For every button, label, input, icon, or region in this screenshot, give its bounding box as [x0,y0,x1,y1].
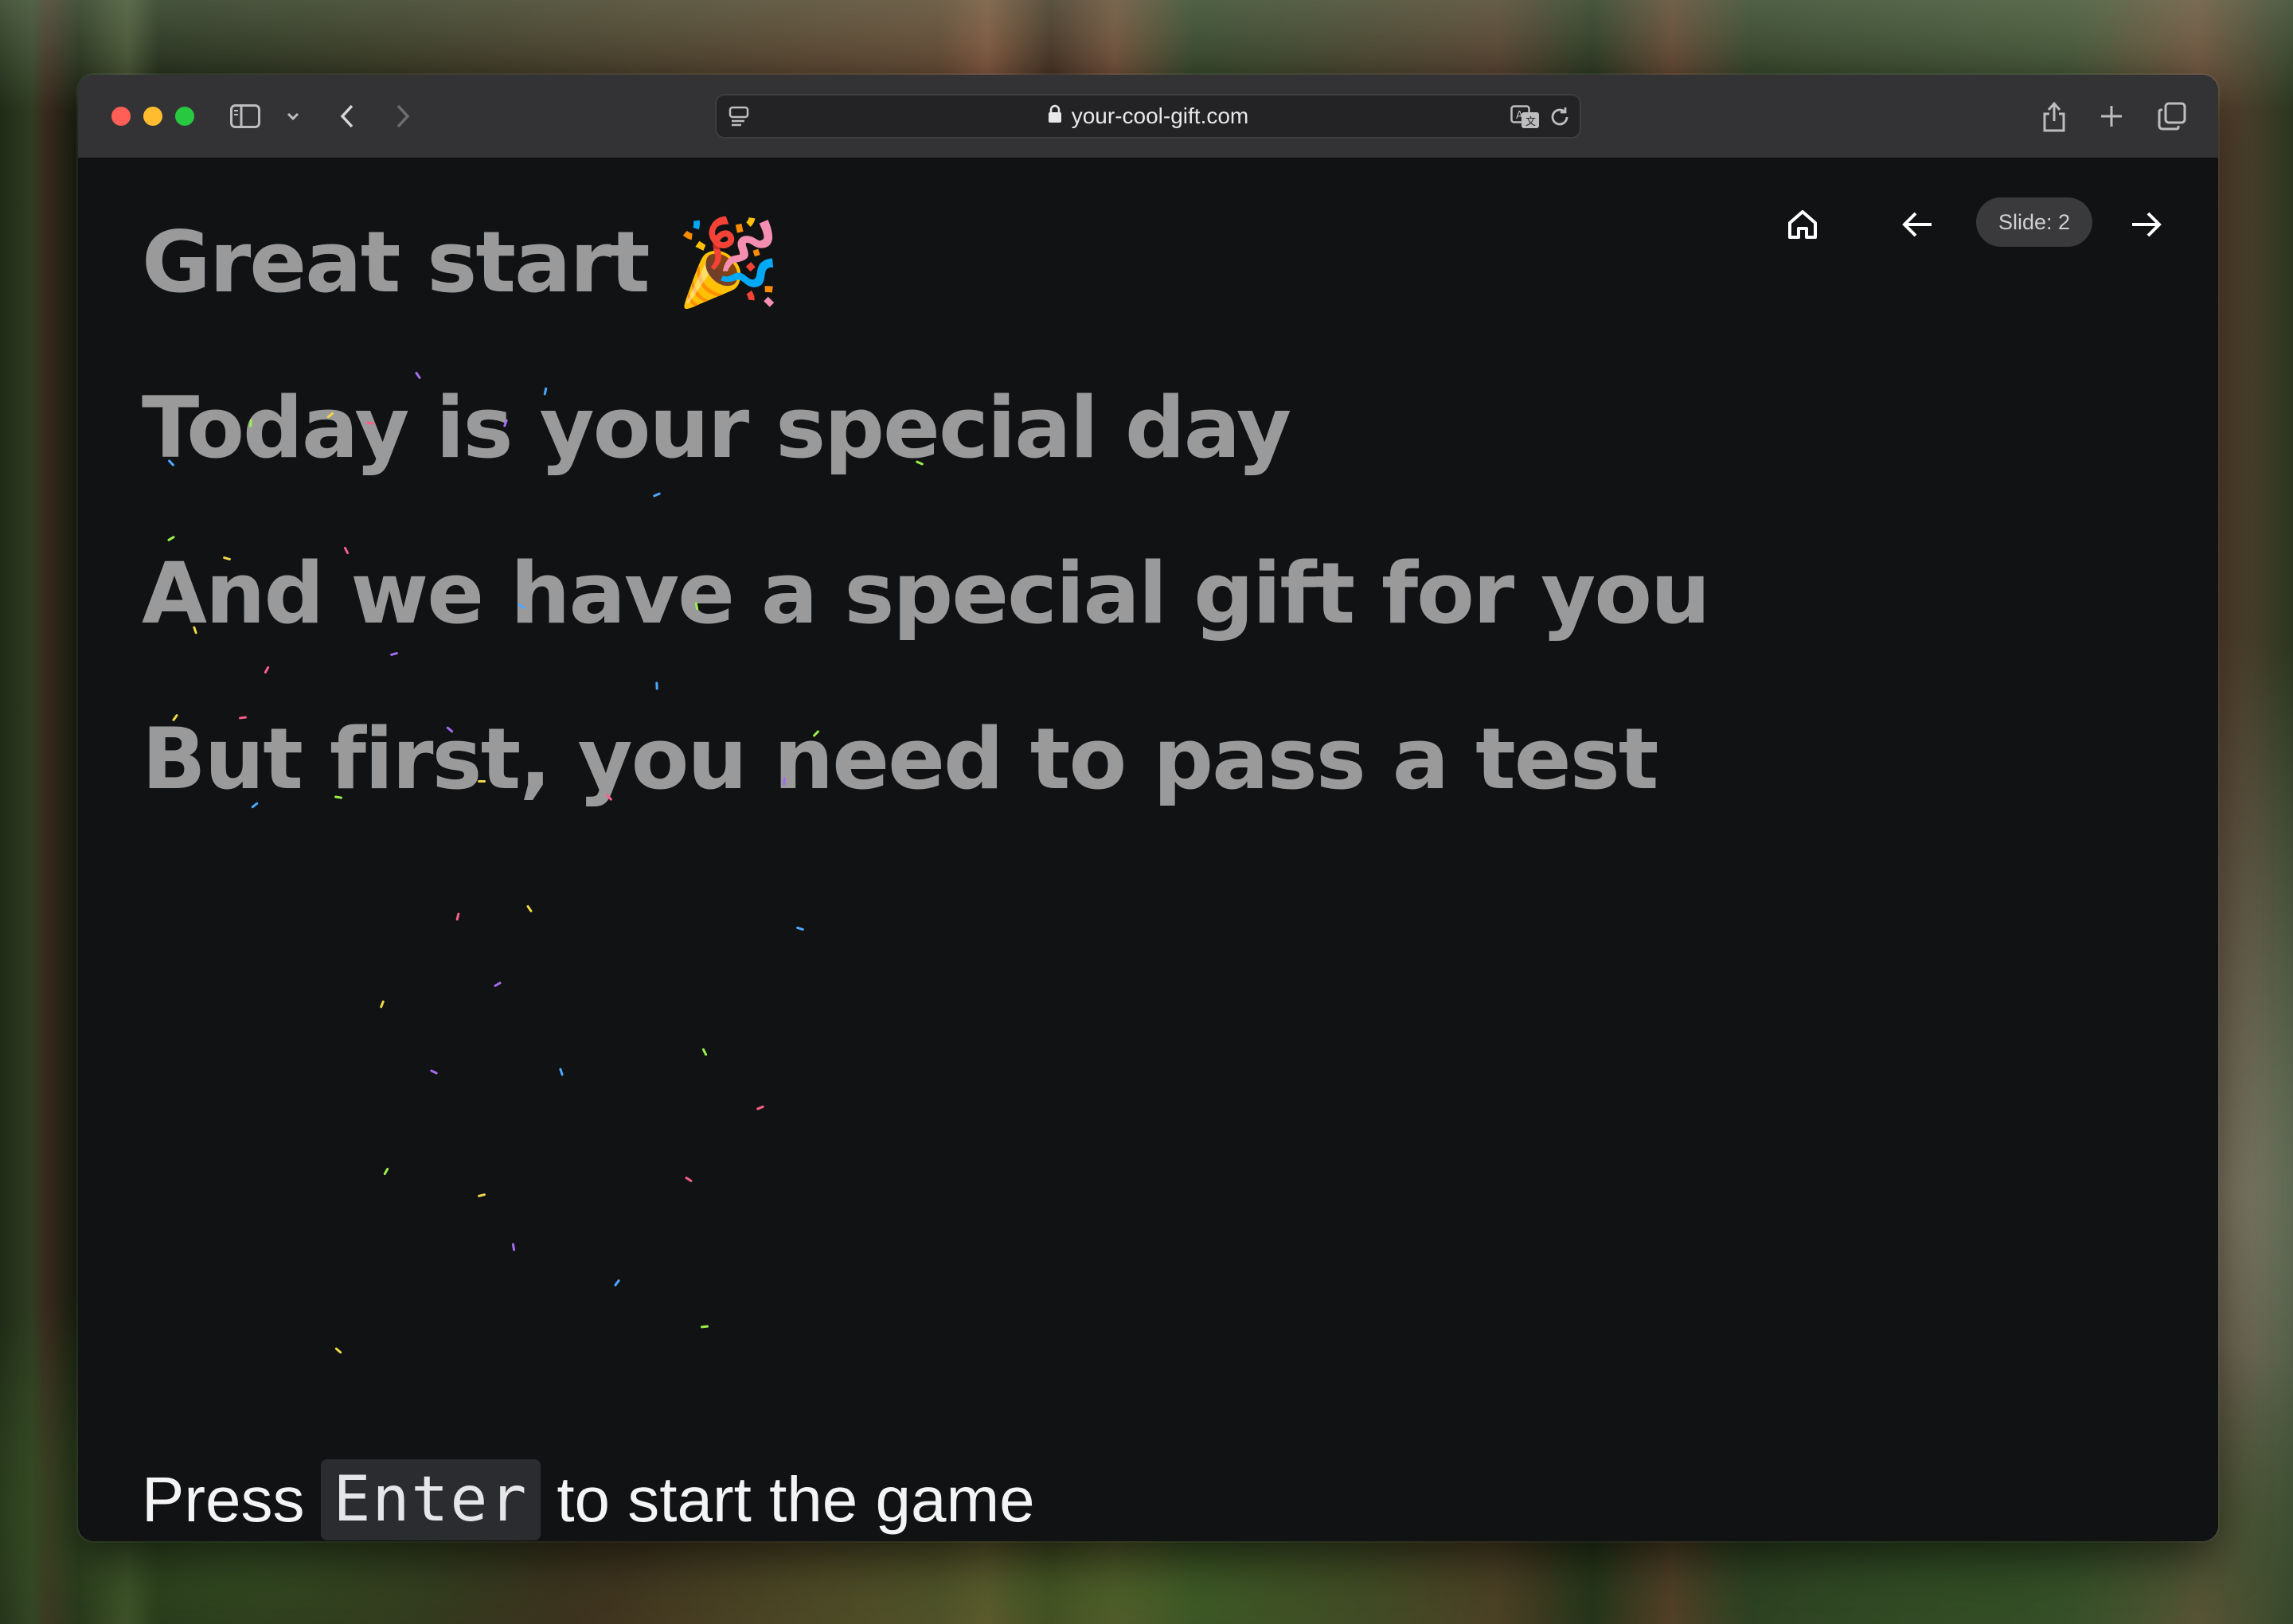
slide-line-2: Today is your special day [142,379,1291,477]
confetti-piece [389,651,399,657]
arrow-right-icon [2129,207,2164,246]
confetti-piece [613,1279,621,1287]
lock-icon [1048,103,1062,129]
share-icon[interactable] [2040,99,2068,134]
start-hint: Press Enter to start the game [142,1459,1035,1540]
address-bar[interactable]: your-cool-gift.com A文 [715,94,1581,139]
close-window-button[interactable] [111,107,131,126]
confetti-piece [756,1105,765,1111]
hint-rest: to start the game [557,1464,1035,1535]
hint-press: Press [142,1464,305,1535]
svg-text:文: 文 [1525,116,1536,128]
confetti-piece [511,1243,516,1251]
arrow-left-icon [1900,207,1935,246]
browser-window: your-cool-gift.com A文 Great start 🎉 Toda… [78,75,2218,1541]
home-button[interactable] [1774,197,1831,255]
back-icon[interactable] [333,102,361,131]
translate-icon[interactable]: A文 [1510,103,1541,131]
confetti-piece [477,1193,486,1198]
forward-icon[interactable] [389,102,417,131]
slide-line-1: Great start 🎉 [142,213,781,311]
enter-key-hint: Enter [320,1459,541,1540]
slide-line-3: And we have a special gift for you [142,545,1711,642]
confetti-piece [701,1048,708,1056]
svg-text:A: A [1516,110,1523,122]
confetti-piece [264,666,270,674]
confetti-piece [334,1347,342,1354]
confetti-piece [477,779,486,783]
tabs-icon[interactable] [2156,100,2188,132]
confetti-piece [559,1068,564,1076]
reload-icon[interactable] [1548,105,1572,129]
confetti-piece [383,1167,389,1176]
slide-content: Great start 🎉 Today is your special day … [78,158,2218,1541]
previous-slide-button[interactable] [1889,197,1946,255]
url-text: your-cool-gift.com [1071,103,1249,128]
confetti-piece [700,1325,709,1329]
zoom-window-button[interactable] [175,107,194,126]
minimize-window-button[interactable] [143,107,162,126]
url-display[interactable]: your-cool-gift.com [717,96,1580,137]
confetti-piece [414,371,422,380]
confetti-piece [429,1069,439,1075]
next-slide-button[interactable] [2118,197,2175,255]
slide-indicator: Slide: 2 [1976,197,2092,247]
confetti-piece [166,535,176,542]
slide-line-4: But first, you need to pass a test [142,710,1658,808]
confetti-piece [525,904,533,913]
confetti-piece [684,1176,693,1183]
home-icon [1785,207,1820,246]
confetti-piece [493,981,502,988]
browser-toolbar: your-cool-gift.com A文 [78,75,2218,159]
chevron-down-icon[interactable] [283,107,303,126]
confetti-piece [795,926,805,931]
confetti-piece [379,1000,385,1009]
sidebar-icon[interactable] [229,100,261,132]
confetti-piece [655,681,658,690]
confetti-piece [652,492,662,498]
plus-icon[interactable] [2097,102,2126,131]
confetti-piece [455,912,460,921]
